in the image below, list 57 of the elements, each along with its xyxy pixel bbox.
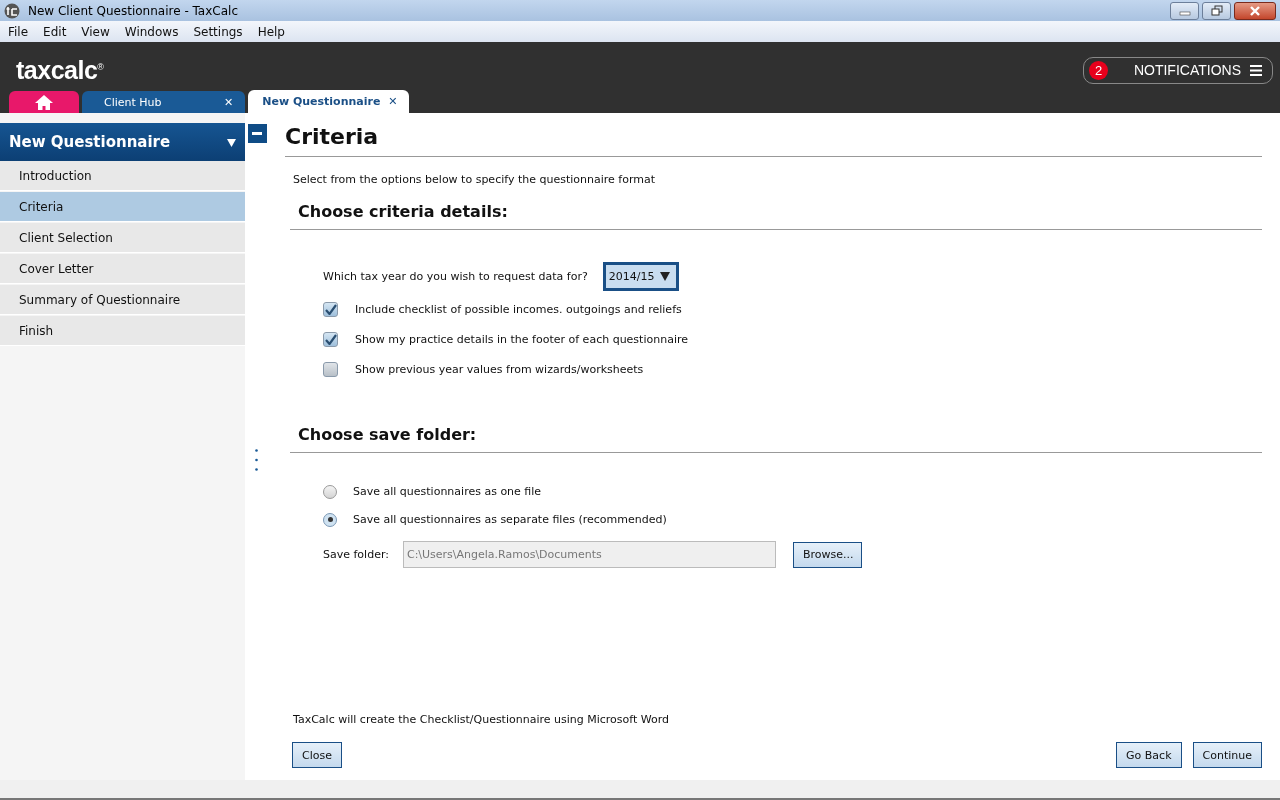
radio-button[interactable]: [323, 484, 337, 499]
notifications-button[interactable]: 2 NOTIFICATIONS: [1083, 56, 1273, 84]
sidebar-item[interactable]: Criteria: [0, 192, 245, 222]
menu-item[interactable]: View: [75, 24, 116, 39]
resize-handle-icon[interactable]: [255, 449, 258, 471]
menu-icon: [1250, 64, 1262, 76]
info-text: TaxCalc will create the Checklist/Questionnaire using Microsoft Word: [293, 713, 671, 726]
checkbox-label: Show my practice details in the footer of each questionnaire: [355, 333, 688, 346]
close-icon: [1249, 5, 1261, 16]
checkbox[interactable]: [323, 362, 338, 377]
intro-text: Select from the options below to specify the questionnaire format: [293, 173, 656, 186]
minimize-button[interactable]: [1170, 1, 1199, 20]
home-tab[interactable]: [9, 91, 79, 113]
notification-count-badge: 2: [1089, 60, 1108, 80]
menu-item[interactable]: Edit: [37, 24, 73, 39]
sidebar-header[interactable]: New Questionnaire: [0, 123, 245, 161]
notifications-label: NOTIFICATIONS: [1132, 62, 1241, 78]
minus-icon: [252, 132, 262, 135]
sidebar-item[interactable]: Introduction: [0, 161, 245, 191]
sidebar-item[interactable]: Finish: [0, 316, 245, 346]
home-icon: [35, 94, 53, 110]
window-title: New Client Questionnaire - TaxCalc: [28, 3, 238, 18]
sidebar-item[interactable]: Client Selection: [0, 223, 245, 253]
tab-close-button[interactable]: ✕: [388, 95, 398, 108]
caret-icon: [659, 272, 670, 281]
browse-button[interactable]: Browse...: [792, 541, 862, 568]
radio-button[interactable]: [323, 512, 337, 527]
menu-item[interactable]: Help: [251, 24, 291, 39]
collapse-button[interactable]: [247, 124, 267, 143]
tab[interactable]: New Questionnaire ✕: [248, 90, 410, 113]
section-heading: Choose criteria details:: [290, 202, 1262, 230]
radio-label: Save all questionnaires as separate files (recommended): [353, 513, 667, 526]
restore-icon: [1210, 5, 1223, 16]
checkbox[interactable]: [323, 302, 338, 317]
menu-item[interactable]: File: [2, 24, 35, 39]
tab-close-button[interactable]: ✕: [224, 95, 234, 109]
checkbox-label: Show previous year values from wizards/worksheets: [355, 363, 644, 376]
continue-button[interactable]: Continue: [1192, 742, 1262, 768]
sidebar-item[interactable]: Summary of Questionnaire: [0, 285, 245, 315]
radio-label: Save all questionnaires as one file: [353, 485, 542, 498]
section-heading: Choose save folder:: [290, 425, 1262, 453]
go-back-button[interactable]: Go Back: [1116, 742, 1182, 768]
restore-button[interactable]: [1202, 1, 1231, 20]
page-title: Criteria: [285, 123, 1262, 157]
tax-year-dropdown[interactable]: 2014/15: [602, 262, 679, 291]
app-icon: [4, 2, 20, 19]
logo: taxcalc$^{®}$: [16, 55, 104, 85]
field-label: Save folder:: [323, 548, 389, 561]
tab[interactable]: Client Hub ✕: [82, 91, 246, 113]
menu-item[interactable]: Windows: [118, 24, 185, 39]
menu-item[interactable]: Settings: [187, 24, 249, 39]
question-label: Which tax year do you wish to request data for?: [323, 270, 588, 283]
sidebar-item[interactable]: Cover Letter: [0, 254, 245, 284]
checkbox[interactable]: [323, 332, 338, 347]
close-button[interactable]: [1234, 1, 1276, 20]
close-button[interactable]: Close: [292, 742, 342, 768]
checkbox-label: Include checklist of possible incomes. outgoings and reliefs: [355, 303, 682, 316]
